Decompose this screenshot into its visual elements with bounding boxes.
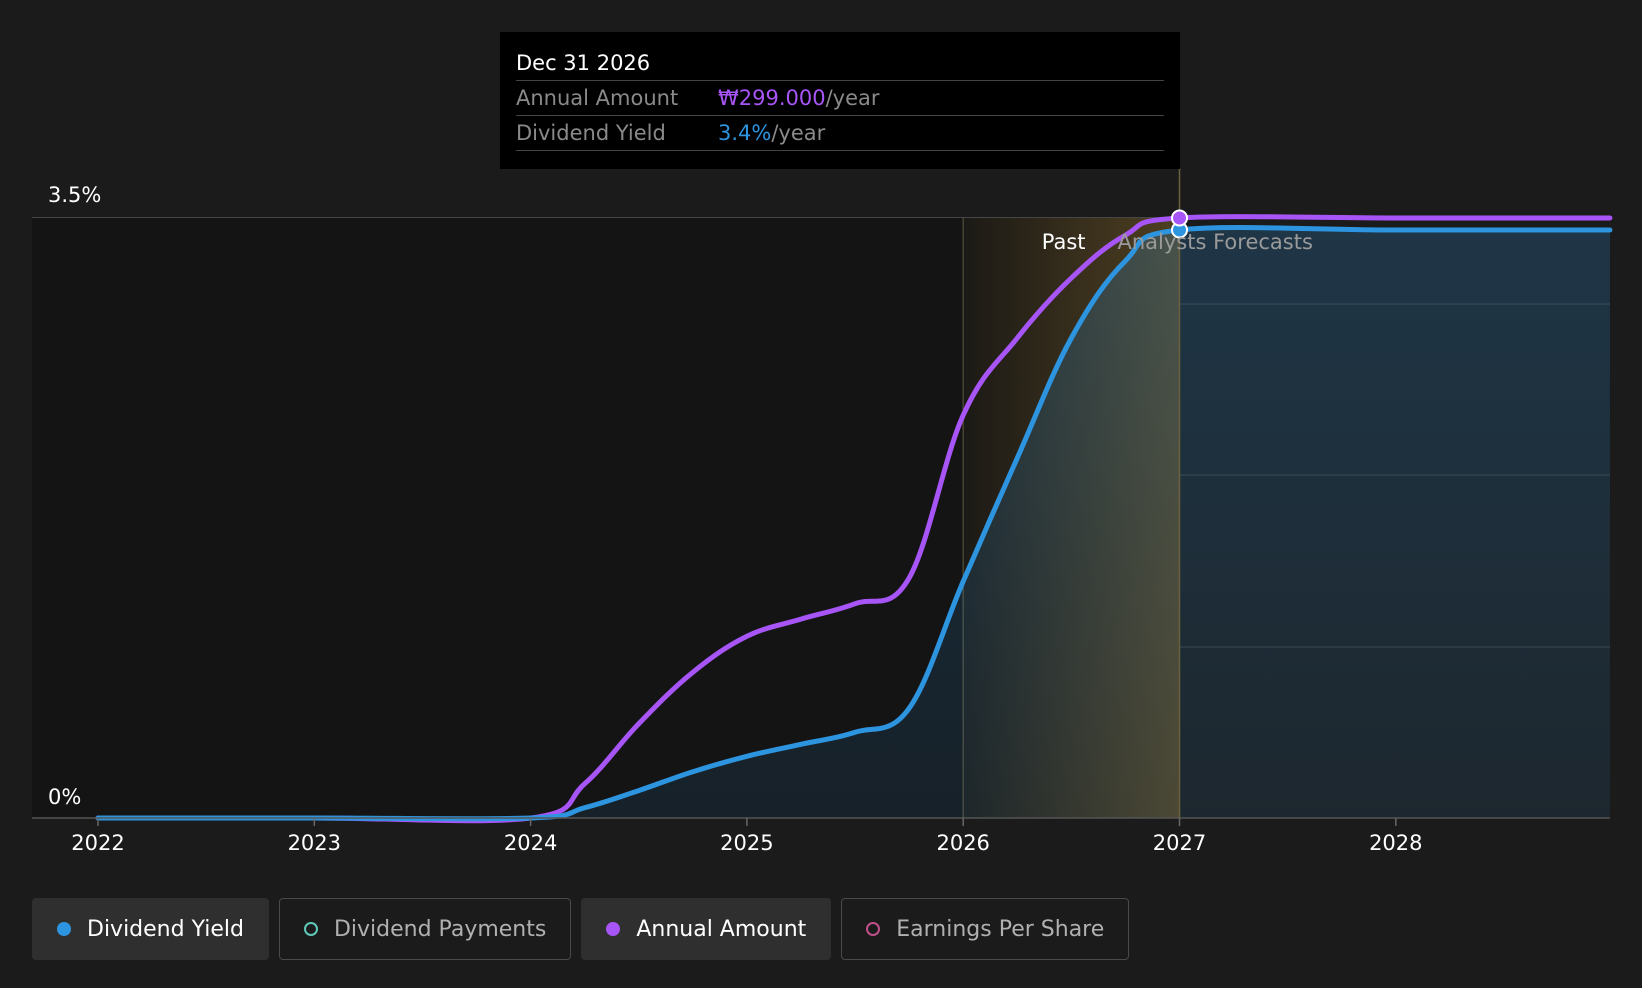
tooltip-row-annual-amount: Annual Amount ₩299.000 /year xyxy=(516,81,1164,116)
legend-label: Dividend Yield xyxy=(87,916,244,942)
earnings-per-share-ring-icon xyxy=(866,922,881,936)
tooltip-label: Dividend Yield xyxy=(516,121,666,145)
hover-tooltip: Dec 31 2026 Annual Amount ₩299.000 /year… xyxy=(500,32,1180,169)
forecast-label: Analysts Forecasts xyxy=(1118,230,1313,254)
tooltip-row-dividend-yield: Dividend Yield 3.4% /year xyxy=(516,116,1164,151)
legend-annual-amount[interactable]: Annual Amount xyxy=(581,898,832,960)
tooltip-date: Dec 31 2026 xyxy=(516,46,1164,81)
y-tick-label-min: 0% xyxy=(48,785,81,809)
x-tick-label: 2023 xyxy=(288,831,341,855)
legend-label: Annual Amount xyxy=(636,916,807,942)
x-tick-label: 2024 xyxy=(504,831,557,855)
region-labels: Past Analysts Forecasts xyxy=(1042,230,1313,254)
y-tick-label-max: 3.5% xyxy=(48,183,101,207)
x-tick-label: 2026 xyxy=(936,831,989,855)
annual-amount-dot-icon xyxy=(606,922,621,936)
legend-earnings-per-share[interactable]: Earnings Per Share xyxy=(841,898,1130,960)
annual-amount-marker xyxy=(1171,209,1188,227)
tooltip-value: 3.4% xyxy=(718,121,772,145)
tooltip-unit: /year xyxy=(771,121,826,145)
x-tick-label: 2025 xyxy=(720,831,773,855)
legend-label: Dividend Payments xyxy=(333,916,547,942)
legend-dividend-payments[interactable]: Dividend Payments xyxy=(278,898,572,960)
legend-label: Earnings Per Share xyxy=(896,916,1105,942)
past-label: Past xyxy=(1042,230,1086,254)
dividend-yield-dot-icon xyxy=(57,922,71,936)
x-tick-label: 2022 xyxy=(71,831,124,855)
dividend-payments-ring-icon xyxy=(303,922,318,936)
tooltip-unit: /year xyxy=(825,86,880,110)
tooltip-value: ₩299.000 xyxy=(718,86,826,110)
x-tick-label: 2027 xyxy=(1153,831,1206,855)
tooltip-label: Annual Amount xyxy=(516,86,679,110)
legend-dividend-yield[interactable]: Dividend Yield xyxy=(32,898,269,960)
x-tick-label: 2028 xyxy=(1369,831,1422,855)
chart-legend: Dividend Yield Dividend Payments Annual … xyxy=(32,898,1130,960)
